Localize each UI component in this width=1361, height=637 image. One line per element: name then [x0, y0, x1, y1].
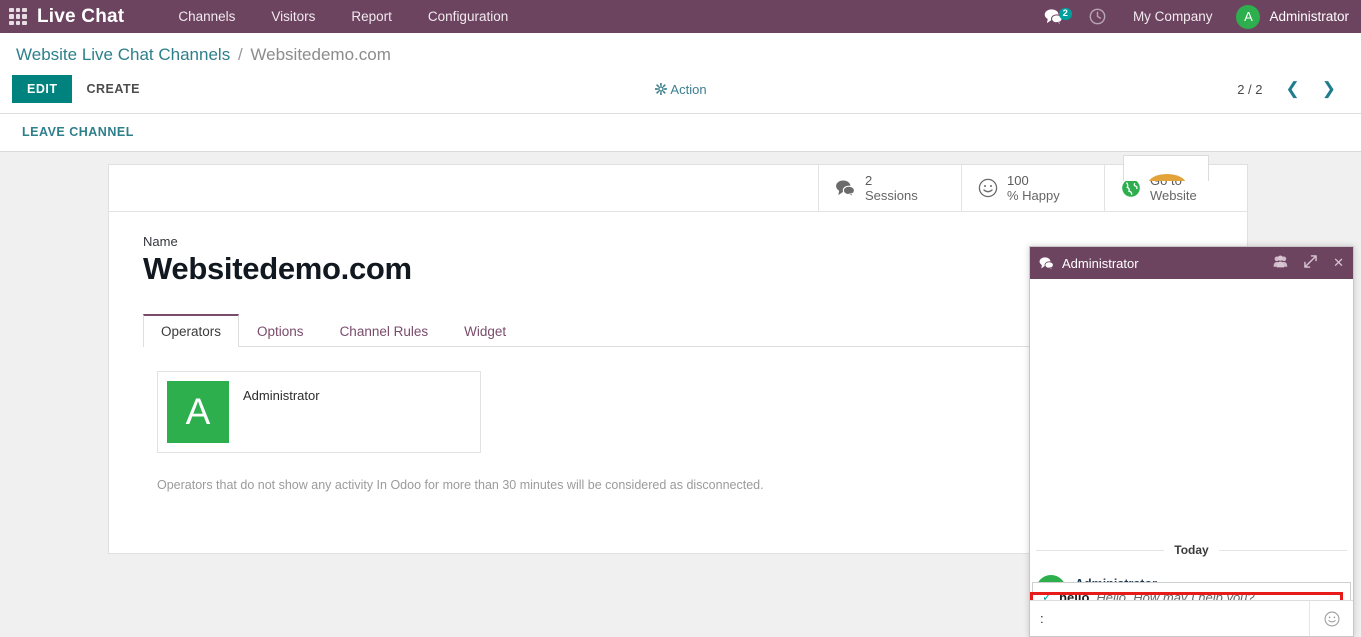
chevron-right-icon[interactable]: ❯ [1313, 77, 1345, 101]
operator-card[interactable]: A Administrator [157, 371, 481, 453]
chevron-left-icon[interactable]: ❮ [1277, 77, 1309, 101]
create-button[interactable]: CREATE [72, 75, 153, 103]
users-icon[interactable] [1273, 255, 1288, 271]
messages-button[interactable]: 2 [1031, 7, 1076, 25]
close-icon[interactable]: ✕ [1333, 255, 1344, 271]
stat-label-sessions: Sessions [865, 188, 918, 203]
partially-hidden-image [1123, 155, 1209, 181]
smiley-icon [978, 178, 998, 198]
pager-count: 2 / 2 [1237, 81, 1263, 97]
avatar: A [1236, 4, 1261, 29]
menu-visitors[interactable]: Visitors [253, 0, 333, 33]
menu-configuration[interactable]: Configuration [410, 0, 526, 33]
comments-icon [835, 179, 856, 197]
gear-icon [654, 83, 667, 95]
stat-button-sessions[interactable]: 2 Sessions [818, 165, 961, 211]
expand-icon[interactable] [1304, 255, 1317, 271]
breadcrumb-root[interactable]: Website Live Chat Channels [16, 45, 230, 64]
suggestion-item-hello[interactable]: ✓ hello Hello. How may I help you? [1033, 583, 1350, 600]
breadcrumb-current: Websitedemo.com [250, 45, 391, 64]
leave-channel-button[interactable]: LEAVE CHANNEL [22, 125, 134, 139]
odoo-livechat-page: Live Chat Channels Visitors Report Confi… [0, 0, 1361, 637]
menu-report[interactable]: Report [333, 0, 410, 33]
stat-label-website: Website [1150, 188, 1197, 203]
chat-message-list: Today Administrator ✓ hello Hello. How m… [1030, 279, 1353, 600]
tab-channel-rules[interactable]: Channel Rules [322, 314, 447, 347]
tab-operators[interactable]: Operators [143, 314, 240, 347]
stat-value-happy: 100 [1007, 173, 1029, 188]
statusbar: LEAVE CHANNEL [0, 114, 1361, 152]
chat-window-title: Administrator [1062, 255, 1139, 271]
control-panel: Website Live Chat Channels / Websitedemo… [0, 33, 1361, 114]
top-navbar: Live Chat Channels Visitors Report Confi… [0, 0, 1361, 33]
chat-window-header[interactable]: Administrator ✕ [1030, 247, 1353, 279]
canned-response-suggestions: ✓ hello Hello. How may I help you? [1032, 582, 1351, 600]
check-icon: ✓ [1042, 590, 1053, 600]
pager: 2 / 2 ❮ ❯ [1237, 77, 1345, 101]
navbar-right: 2 My Company A Administrator [1031, 4, 1361, 29]
operator-name: Administrator [243, 388, 320, 403]
clock-icon [1089, 8, 1106, 25]
grid-apps-icon[interactable] [9, 7, 27, 26]
chat-input[interactable] [1030, 601, 1309, 636]
stat-button-happy[interactable]: 100 % Happy [961, 165, 1104, 211]
tab-widget[interactable]: Widget [446, 314, 524, 347]
stat-button-box: 2 Sessions 100 % Happy Website [109, 165, 1247, 212]
action-dropdown[interactable]: Action [654, 81, 707, 97]
app-brand[interactable]: Live Chat [37, 6, 124, 28]
chat-window: Administrator ✕ Today ✓ hello Hello. How… [1029, 246, 1354, 637]
breadcrumb: Website Live Chat Channels / Websitedemo… [0, 33, 1361, 69]
suggestion-substitution: Hello. How may I help you? [1096, 589, 1255, 601]
avatar: A [167, 381, 229, 443]
action-label: Action [670, 81, 707, 97]
date-separator: Today [1030, 543, 1353, 557]
stat-value-sessions: 2 [865, 173, 873, 188]
stat-label-happy: % Happy [1007, 188, 1060, 203]
date-separator-label: Today [1174, 543, 1209, 557]
smiley-icon[interactable] [1309, 601, 1353, 636]
globe-icon [1121, 178, 1141, 198]
tab-options[interactable]: Options [239, 314, 322, 347]
messages-badge: 2 [1058, 7, 1072, 20]
breadcrumb-separator: / [237, 45, 243, 64]
menu-channels[interactable]: Channels [160, 0, 253, 33]
edit-button[interactable]: EDIT [12, 75, 73, 103]
chat-input-row [1030, 600, 1353, 636]
user-name: Administrator [1269, 9, 1349, 24]
toolbar: EDIT CREATE Action 2 / 2 ❮ ❯ [0, 69, 1361, 113]
user-menu[interactable]: A Administrator [1226, 4, 1349, 29]
suggestion-shortcut: hello [1059, 589, 1090, 601]
activity-button[interactable] [1076, 8, 1119, 25]
company-selector[interactable]: My Company [1119, 9, 1227, 24]
comments-icon [1039, 256, 1054, 270]
